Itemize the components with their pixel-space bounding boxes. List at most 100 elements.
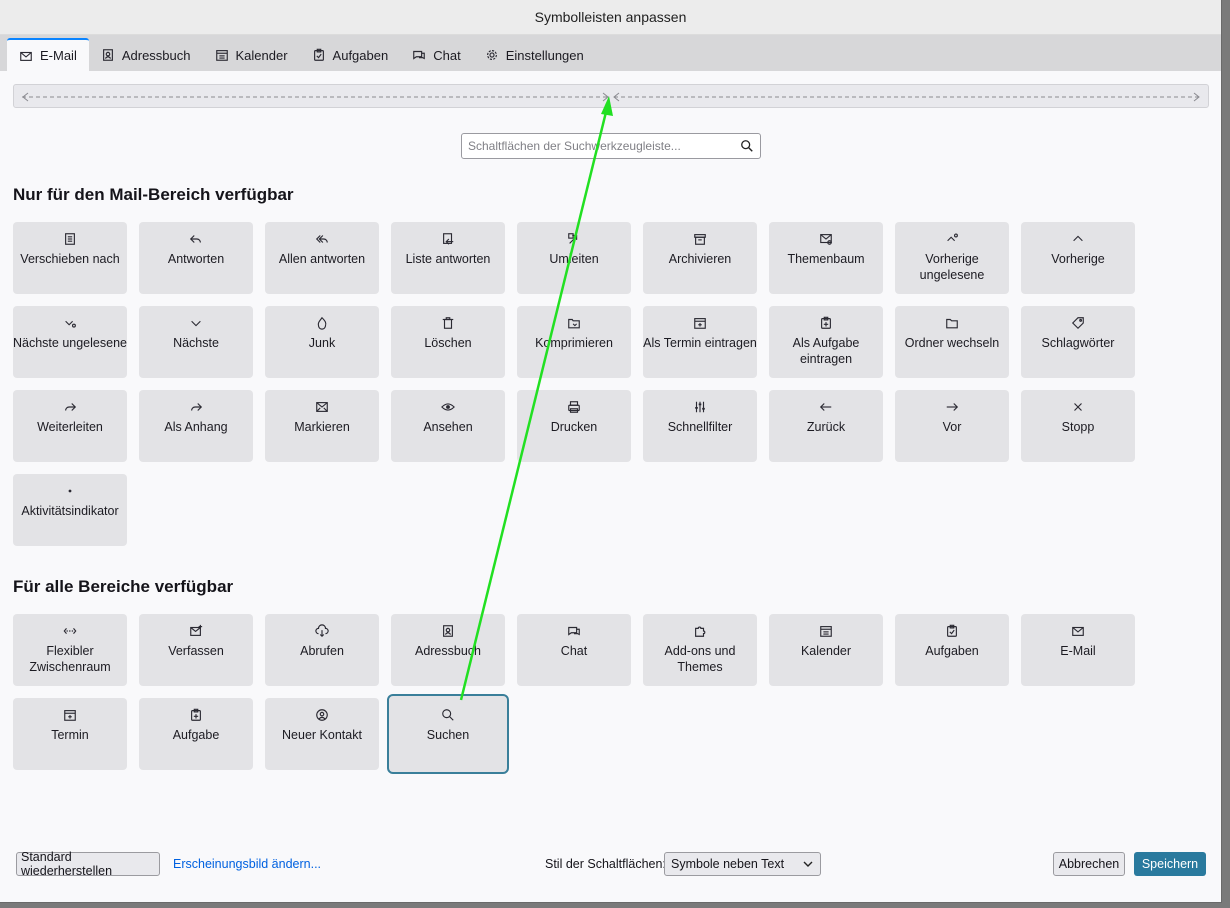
toolbar-button-ordner-wechseln[interactable]: Ordner wechseln (895, 306, 1009, 378)
toolbar-button-label: Junk (308, 336, 336, 350)
toolbar-button-als-termin-eintragen[interactable]: Als Termin eintragen (643, 306, 757, 378)
toolbar-button-markieren[interactable]: Markieren (265, 390, 379, 462)
gear-icon (486, 50, 497, 60)
save-button[interactable]: Speichern (1134, 852, 1206, 876)
toolbar-button-label: Chat (560, 644, 588, 658)
toolbar-button-verschieben-nach[interactable]: Verschieben nach (13, 222, 127, 294)
tab-kalender[interactable]: Kalender (203, 39, 300, 71)
toolbar-button-e-mail[interactable]: E-Mail (1021, 614, 1135, 686)
toolbar-button-vorherige-ungelesene[interactable]: Vorherige ungelesene (895, 222, 1009, 294)
tab-bar: E-Mail Adressbuch Kalender Aufgaben Chat Eins… (0, 35, 1221, 71)
tag-icon (1071, 317, 1084, 330)
toolbar-button-label: Nächste ungelesene (13, 336, 127, 350)
restore-defaults-button[interactable]: Standard wiederherstellen (16, 850, 160, 878)
all-buttons-grid: Flexibler Zwischenraum Verfassen Abrufen Ad… (13, 614, 1135, 774)
toolbar-button-nächste-ungelesene[interactable]: Nächste ungelesene (13, 306, 127, 378)
toolbar-button-themenbaum[interactable]: Themenbaum (769, 222, 883, 294)
toolbar-button-komprimieren[interactable]: Komprimieren (517, 306, 631, 378)
toolbar-button-ansehen[interactable]: Ansehen (391, 390, 505, 462)
addressbook-icon (102, 49, 113, 61)
search-icon (442, 709, 454, 721)
toolbar-button-vorherige[interactable]: Vorherige (1021, 222, 1135, 294)
toolbar-button-label: Aktivitätsindikator (21, 504, 119, 518)
toolbar-button-drucken[interactable]: Drucken (517, 390, 631, 462)
toolbar-button-label: Löschen (424, 336, 472, 350)
tasks-icon (313, 48, 324, 61)
toolbar-button-flexibler-zwischenraum[interactable]: Flexibler Zwischenraum (13, 614, 127, 686)
toolbar-button-archivieren[interactable]: Archivieren (643, 222, 757, 294)
toolbar-button-label: Zurück (806, 420, 846, 434)
tab-chat[interactable]: Chat (400, 39, 472, 71)
reply-icon (189, 235, 201, 243)
toolbar-button-label: Weiterleiten (37, 420, 103, 434)
tab-aufgaben[interactable]: Aufgaben (300, 39, 401, 71)
tab-label: Kalender (235, 47, 288, 63)
arrow-left-icon (819, 403, 832, 411)
chevron-down-icon (803, 861, 813, 867)
toolbar-button-als-aufgabe-eintragen[interactable]: Als Aufgabe eintragen (769, 306, 883, 378)
toolbar-button-suchen[interactable]: Suchen (387, 694, 509, 774)
search-input[interactable] (468, 139, 740, 153)
customize-toolbars-window: Symbolleisten anpassen E-Mail Adressbuch K… (0, 0, 1222, 903)
toolbar-button-antworten[interactable]: Antworten (139, 222, 253, 294)
tab-einstellungen[interactable]: Einstellungen (473, 39, 596, 71)
toolbar-button-label: Ansehen (423, 420, 473, 434)
toolbar-button-aufgaben[interactable]: Aufgaben (895, 614, 1009, 686)
thread-icon (820, 234, 832, 245)
toolbar-button-als-anhang[interactable]: Als Anhang (139, 390, 253, 462)
window-title: Symbolleisten anpassen (534, 9, 687, 25)
toolbar-button-aufgabe[interactable]: Aufgabe (139, 698, 253, 770)
tab-adressbuch[interactable]: Adressbuch (89, 39, 203, 71)
junk-icon (317, 316, 327, 330)
toolbar-button-aktivitätsindikator[interactable]: Aktivitätsindikator (13, 474, 127, 546)
toolbar-button-löschen[interactable]: Löschen (391, 306, 505, 378)
toolbar-spacer-indicator (22, 92, 1200, 102)
toolbar-button-neuer-kontakt[interactable]: Neuer Kontakt (265, 698, 379, 770)
previous-unread-icon (947, 233, 958, 242)
toolbar-button-label: Ordner wechseln (904, 336, 1000, 350)
toolbar-button-abrufen[interactable]: Abrufen (265, 614, 379, 686)
toolbar-button-weiterleiten[interactable]: Weiterleiten (13, 390, 127, 462)
toolbar-button-label: Termin (51, 728, 89, 742)
event-icon (64, 710, 76, 721)
search-icon[interactable] (740, 139, 754, 153)
close-icon (1074, 403, 1082, 411)
tab-label: Adressbuch (121, 47, 191, 63)
toolbar-drop-target[interactable] (13, 84, 1209, 108)
toolbar-button-adressbuch[interactable]: Adressbuch (391, 614, 505, 686)
toolbar-button-vor[interactable]: Vor (895, 390, 1009, 462)
tab-e-mail[interactable]: E-Mail (7, 38, 89, 71)
section-title-mail: Nur für den Mail-Bereich verfügbar (13, 185, 294, 204)
cancel-button[interactable]: Abbrechen (1053, 852, 1125, 876)
toolbar-button-nächste[interactable]: Nächste (139, 306, 253, 378)
toolbar-button-allen-antworten[interactable]: Allen antworten (265, 222, 379, 294)
tasks-icon (947, 624, 957, 637)
toolbar-button-label: Als Anhang (164, 420, 228, 434)
toolbar-button-label: Abrufen (300, 644, 344, 658)
toolbar-button-label: Umleiten (549, 252, 599, 266)
toolbar-button-schnellfilter[interactable]: Schnellfilter (643, 390, 757, 462)
toolbar-button-label: Drucken (550, 420, 598, 434)
toolbar-button-schlagwörter[interactable]: Schlagwörter (1021, 306, 1135, 378)
toolbar-button-liste-antworten[interactable]: Liste antworten (391, 222, 505, 294)
change-appearance-link[interactable]: Erscheinungsbild ändern... (173, 857, 321, 871)
toolbar-button-label: Markieren (294, 420, 350, 434)
toolbar-button-verfassen[interactable]: Verfassen (139, 614, 253, 686)
toolbar-button-termin[interactable]: Termin (13, 698, 127, 770)
toolbar-button-zurück[interactable]: Zurück (769, 390, 883, 462)
download-icon (315, 624, 329, 638)
toolbar-button-junk[interactable]: Junk (265, 306, 379, 378)
toolbar-button-label: Adressbuch (414, 644, 481, 658)
toolbar-button-chat[interactable]: Chat (517, 614, 631, 686)
toolbar-button-stopp[interactable]: Stopp (1021, 390, 1135, 462)
toolbar-button-label: Nächste (173, 336, 219, 350)
toolbar-button-kalender[interactable]: Kalender (769, 614, 883, 686)
search-field[interactable] (461, 133, 761, 159)
toolbar-button-add-ons-und-themes[interactable]: Add-ons und Themes (643, 614, 757, 686)
task-icon (821, 316, 831, 329)
redirect-icon (568, 233, 578, 244)
move-icon (65, 233, 75, 245)
button-style-select[interactable]: Symbole neben Text (664, 852, 821, 876)
arrow-right-icon (946, 403, 959, 411)
toolbar-button-umleiten[interactable]: Umleiten (517, 222, 631, 294)
